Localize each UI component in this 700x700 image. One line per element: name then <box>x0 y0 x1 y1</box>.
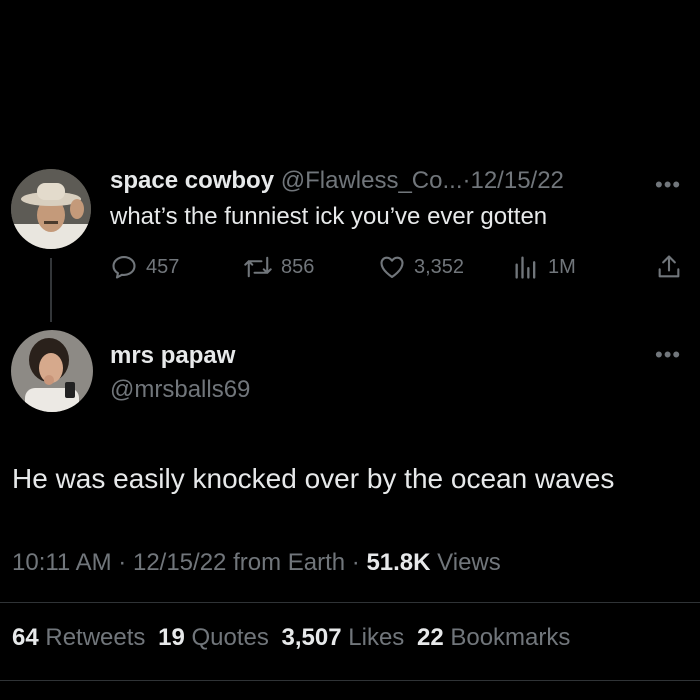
main-views-label: Views <box>437 549 501 576</box>
main-tweet-meta: 10:11 AM · 12/15/22 from Earth · 51.8K V… <box>12 549 501 577</box>
stat-retweets-count: 64 <box>12 624 39 651</box>
main-views-count: 51.8K <box>366 549 431 576</box>
stat-likes-count: 3,507 <box>281 624 342 651</box>
main-tweet-text: He was easily knocked over by the ocean … <box>12 463 615 494</box>
main-handle[interactable]: @mrsballs69 <box>110 376 250 404</box>
parent-more-icon[interactable]: ••• <box>655 174 681 196</box>
share-icon <box>658 255 680 278</box>
stat-quotes[interactable]: 19 Quotes <box>158 624 269 651</box>
main-date[interactable]: 12/15/22 <box>133 549 226 576</box>
stat-quotes-count: 19 <box>158 624 185 651</box>
main-more-icon[interactable]: ••• <box>655 344 681 366</box>
meta-divider <box>0 602 700 603</box>
parent-header: space cowboy @Flawless_Co...·12/15/22 <box>110 167 564 195</box>
stat-likes[interactable]: 3,507 Likes <box>282 624 405 651</box>
stat-bookmarks[interactable]: 22 Bookmarks <box>417 624 570 651</box>
stat-bookmarks-count: 22 <box>416 624 444 651</box>
bottom-divider <box>0 680 700 681</box>
parent-like-action[interactable]: 3,352 <box>378 253 464 281</box>
heart-icon <box>380 256 404 278</box>
parent-views-count: 1M <box>548 255 576 278</box>
cowboy-avatar-image <box>11 169 91 249</box>
stat-quotes-label: Quotes <box>191 624 269 651</box>
parent-handle[interactable]: @Flawless_Co... <box>281 167 463 194</box>
engagement-stats: 64 Retweets 19 Quotes 3,507 Likes 22 Boo… <box>12 624 570 652</box>
meta-separator: · <box>118 549 127 576</box>
parent-reply-count: 457 <box>146 255 180 278</box>
main-display-name[interactable]: mrs papaw <box>110 342 235 370</box>
parent-views-action[interactable]: 1M <box>512 253 576 281</box>
parent-share-action[interactable] <box>655 253 683 286</box>
parent-retweet-action[interactable]: 856 <box>243 253 314 281</box>
main-source: from Earth <box>233 549 346 576</box>
parent-avatar[interactable] <box>11 169 91 249</box>
meta-separator: · <box>351 549 360 576</box>
stat-likes-label: Likes <box>348 624 405 651</box>
parent-reply-action[interactable]: 457 <box>110 253 179 281</box>
woman-avatar-image <box>11 330 93 412</box>
main-avatar[interactable] <box>11 330 93 412</box>
parent-retweet-count: 856 <box>281 255 315 278</box>
stat-retweets-label: Retweets <box>45 624 146 651</box>
parent-tweet-text: what’s the funniest ick you’ve ever gott… <box>110 203 548 230</box>
parent-display-name[interactable]: space cowboy <box>110 167 274 194</box>
thread-connector-line <box>50 258 52 322</box>
parent-date[interactable]: 12/15/22 <box>470 167 563 194</box>
stat-bookmarks-label: Bookmarks <box>450 624 571 651</box>
reply-icon <box>112 256 136 279</box>
parent-like-count: 3,352 <box>414 255 465 278</box>
stat-retweets[interactable]: 64 Retweets <box>12 624 145 651</box>
views-chart-icon <box>515 256 536 279</box>
retweet-icon <box>244 256 272 278</box>
main-time[interactable]: 10:11 AM <box>12 549 112 576</box>
